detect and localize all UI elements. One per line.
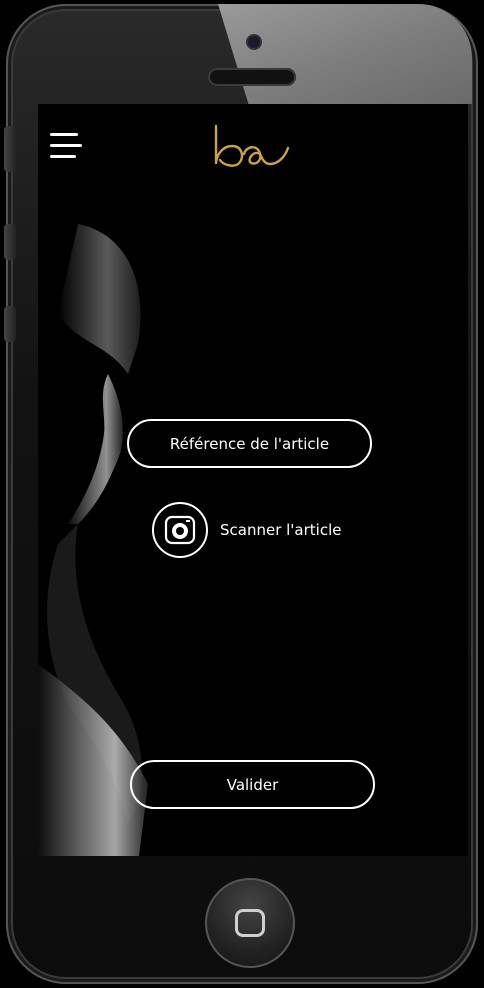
app-screen xyxy=(38,104,468,856)
mute-switch xyxy=(4,126,16,172)
earpiece-speaker xyxy=(208,68,296,86)
volume-up-button xyxy=(4,224,16,260)
submit-label: Valider xyxy=(226,775,279,794)
submit-button[interactable]: Valider xyxy=(130,760,375,809)
screen-glare xyxy=(218,4,472,104)
hamburger-menu-icon[interactable] xyxy=(50,133,82,159)
camera-icon xyxy=(152,502,208,558)
reference-input-button[interactable]: Référence de l'article xyxy=(127,419,372,468)
home-square-icon xyxy=(235,909,265,937)
scan-label: Scanner l'article xyxy=(220,521,342,539)
scan-article-button[interactable]: Scanner l'article xyxy=(152,502,341,558)
reference-label: Référence de l'article xyxy=(169,434,330,453)
home-button-icon[interactable] xyxy=(205,878,295,968)
front-camera xyxy=(248,36,260,48)
bau-logo-icon xyxy=(214,124,290,167)
volume-down-button xyxy=(4,306,16,342)
